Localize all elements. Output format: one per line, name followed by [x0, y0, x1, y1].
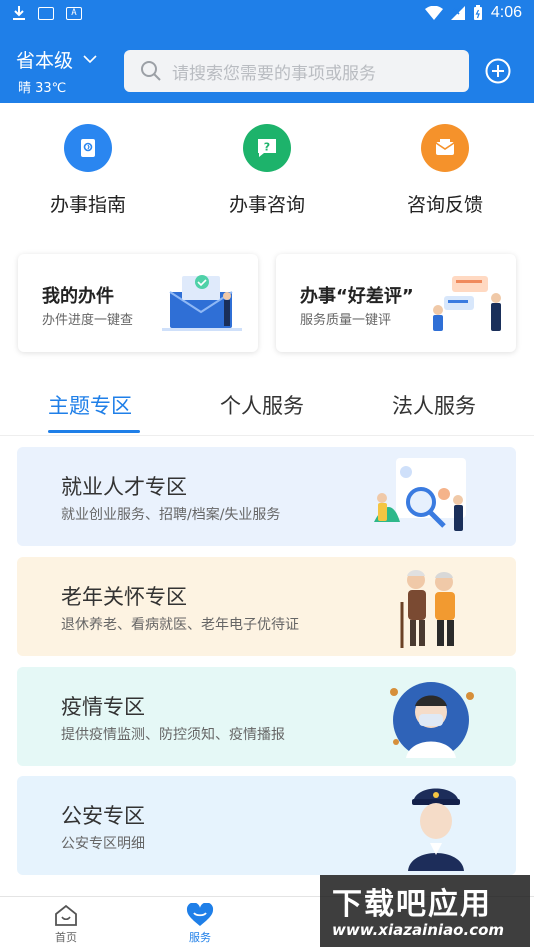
card-title: 我的办件	[42, 286, 114, 307]
zone-elderly[interactable]: 老年关怀专区 退休养老、看病就医、老年电子优待证	[17, 557, 516, 656]
zone-police[interactable]: 公安专区 公安专区明细	[17, 776, 516, 875]
watermark-url: www.xiazainiao.com	[332, 921, 505, 939]
quick-action-feedback[interactable]: 咨询反馈	[375, 120, 515, 217]
download-icon	[13, 6, 25, 20]
quick-action-consult[interactable]: ? 办事咨询	[197, 120, 337, 217]
quick-action-label: 办事指南	[49, 194, 126, 216]
quick-action-guide[interactable]: 办事指南	[18, 120, 158, 217]
battery-icon	[473, 5, 482, 20]
people-rating-illustration-icon	[433, 276, 501, 331]
tab-themes[interactable]: 主题专区	[48, 390, 132, 420]
nav-item-home[interactable]: 首页	[36, 903, 96, 945]
signal-icon	[450, 6, 465, 20]
zone-title: 公安专区	[61, 804, 145, 828]
quick-action-label: 咨询反馈	[406, 194, 483, 216]
my-cases-card[interactable]: 我的办件 办件进度一键查	[18, 254, 258, 352]
search-placeholder: 请搜索您需要的事项或服务	[172, 63, 376, 84]
job-search-illustration-icon	[374, 458, 466, 531]
elderly-couple-illustration-icon	[400, 570, 455, 648]
add-circle-icon[interactable]	[485, 58, 511, 84]
card-subtitle: 服务质量一键评	[300, 313, 392, 328]
status-time: 4:06	[490, 4, 522, 21]
zone-title: 就业人才专区	[61, 475, 187, 499]
weather-text: 晴 33℃	[18, 81, 67, 96]
zone-title: 老年关怀专区	[61, 585, 187, 609]
quick-action-label: 办事咨询	[228, 194, 305, 216]
notification-a-icon: A	[66, 6, 82, 20]
police-officer-illustration-icon	[408, 788, 464, 871]
category-tabs: 主题专区 个人服务 法人服务	[0, 380, 534, 436]
nav-label: 服务	[189, 931, 211, 944]
nav-label: 首页	[55, 931, 77, 944]
active-tab-indicator	[48, 430, 140, 433]
search-input[interactable]: 请搜索您需要的事项或服务	[124, 50, 469, 92]
zone-title: 疫情专区	[61, 695, 145, 719]
status-bar: A 4:06	[0, 0, 534, 28]
tab-corporate[interactable]: 法人服务	[392, 390, 476, 420]
rating-card[interactable]: 办事“好差评” 服务质量一键评	[276, 254, 516, 352]
home-icon	[55, 904, 77, 926]
zone-subtitle: 提供疫情监测、防控须知、疫情播报	[61, 727, 285, 743]
card-title: 办事“好差评”	[300, 286, 414, 307]
wifi-icon	[424, 6, 443, 20]
zone-employment[interactable]: 就业人才专区 就业创业服务、招聘/档案/失业服务	[17, 447, 516, 546]
zone-subtitle: 就业创业服务、招聘/档案/失业服务	[61, 507, 281, 523]
chevron-down-icon	[83, 55, 97, 64]
heart-service-icon	[186, 903, 214, 926]
doctor-mask-illustration-icon	[390, 682, 474, 758]
tab-personal[interactable]: 个人服务	[220, 390, 304, 420]
app-header: A 4:06 省本级 晴 33℃ 请搜索您需要的事项或服务	[0, 0, 534, 103]
envelope-illustration-icon	[162, 275, 242, 331]
site-watermark: 下载吧应用 www.xiazainiao.com	[320, 875, 530, 947]
guide-book-icon	[64, 124, 112, 172]
quick-actions: 办事指南 ? 办事咨询 咨询反馈	[0, 120, 534, 230]
zone-subtitle: 公安专区明细	[61, 836, 145, 852]
zone-subtitle: 退休养老、看病就医、老年电子优待证	[61, 617, 299, 633]
notification-app-icon	[38, 6, 54, 20]
search-icon	[141, 61, 161, 81]
zone-epidemic[interactable]: 疫情专区 提供疫情监测、防控须知、疫情播报	[17, 667, 516, 766]
nav-item-service[interactable]: 服务	[170, 903, 230, 945]
question-bubble-icon: ?	[243, 124, 291, 172]
card-subtitle: 办件进度一键查	[42, 313, 134, 328]
region-label: 省本级	[16, 50, 74, 72]
region-selector[interactable]: 省本级	[16, 46, 97, 73]
svg-text:?: ?	[264, 141, 270, 154]
watermark-title: 下载吧应用	[332, 887, 492, 922]
mail-feedback-icon	[421, 124, 469, 172]
